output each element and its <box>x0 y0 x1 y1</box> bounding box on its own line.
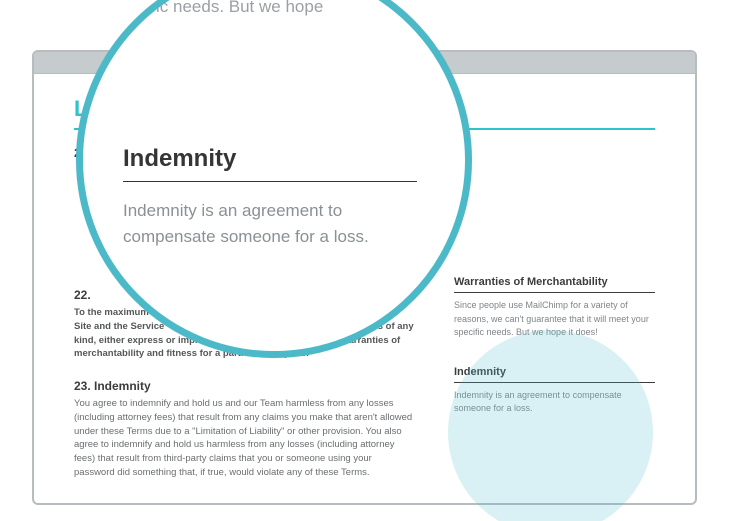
magnifier-content: 't guaran cific needs. But we hope Indem… <box>83 0 465 351</box>
magnifier-heading: Indemnity <box>123 145 417 182</box>
section-23-heading: 23. Indemnity <box>74 379 414 393</box>
screenshot-stage: LIABILITY 21. 22. To the maximum extent … <box>0 0 729 521</box>
aside-warranties-body: Since people use MailChimp for a variety… <box>454 299 655 340</box>
magnifier-circle: 't guaran cific needs. But we hope Indem… <box>76 0 472 358</box>
magnifier-body: Indemnity is an agreement to compensate … <box>123 198 417 249</box>
aside-warranties-title: Warranties of Merchantability <box>454 276 655 293</box>
magnifier-clipped-text-bottom: cific needs. But we hope <box>139 0 323 17</box>
right-column: Warranties of Merchantability Since peop… <box>454 146 655 498</box>
section-23-body: You agree to indemnify and hold us and o… <box>74 397 414 480</box>
aside-indemnity-title: Indemnity <box>454 366 655 383</box>
aside-indemnity-body: Indemnity is an agreement to compensate … <box>454 389 655 416</box>
